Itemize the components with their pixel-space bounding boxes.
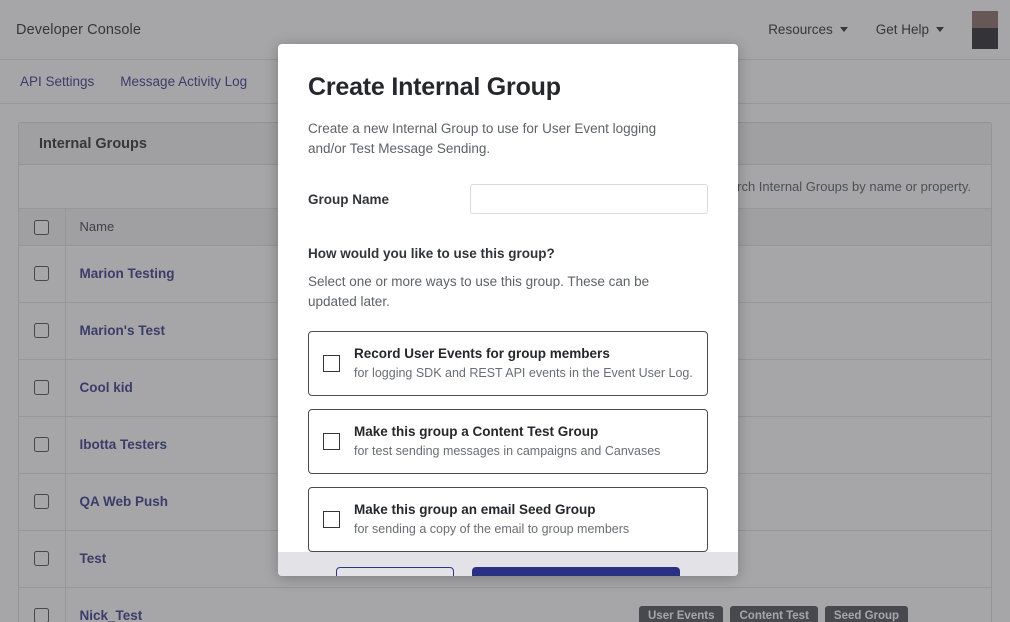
usage-option-subtitle: for logging SDK and REST API events in t… [354,365,693,380]
usage-option-title: Make this group an email Seed Group [354,501,596,517]
usage-question-subtitle: Select one or more ways to use this grou… [308,274,650,310]
usage-option-title: Make this group a Content Test Group [354,423,599,439]
modal-description: Create a new Internal Group to use for U… [308,120,657,156]
usage-option-1[interactable]: Record User Events for group members for … [308,330,708,396]
usage-option-text: Make this group a Content Test Group for … [354,423,660,460]
usage-options-list: Record User Events for group members for … [308,330,708,552]
modal-body: Create Internal Group Create a new Inter… [278,44,738,552]
usage-option-checkbox[interactable] [323,510,340,528]
usage-option-text: Make this group an email Seed Group for s… [354,501,629,538]
usage-option-checkbox[interactable] [323,354,340,372]
usage-option-subtitle: for sending a copy of the email to group… [354,521,630,536]
usage-option-text: Record User Events for group members for … [354,345,693,382]
modal-title: Create Internal Group [308,73,561,101]
modal-footer: Cancel Create Internal Group [278,551,738,576]
group-name-label: Group Name [308,191,390,207]
app-root: Developer Console Resources Get Help API… [0,0,1010,622]
group-name-input[interactable] [470,184,708,214]
usage-option-3[interactable]: Make this group an email Seed Group for s… [308,486,708,552]
usage-question: How would you like to use this group? [308,246,555,261]
usage-option-subtitle: for test sending messages in campaigns a… [354,443,661,458]
group-name-field-row: Group Name [308,184,708,214]
create-internal-group-button[interactable]: Create Internal Group [472,566,680,576]
cancel-button[interactable]: Cancel [336,566,454,576]
create-internal-group-modal: Create Internal Group Create a new Inter… [278,44,738,576]
usage-option-2[interactable]: Make this group a Content Test Group for … [308,408,708,474]
usage-option-title: Record User Events for group members [354,345,610,361]
usage-option-checkbox[interactable] [323,432,340,450]
